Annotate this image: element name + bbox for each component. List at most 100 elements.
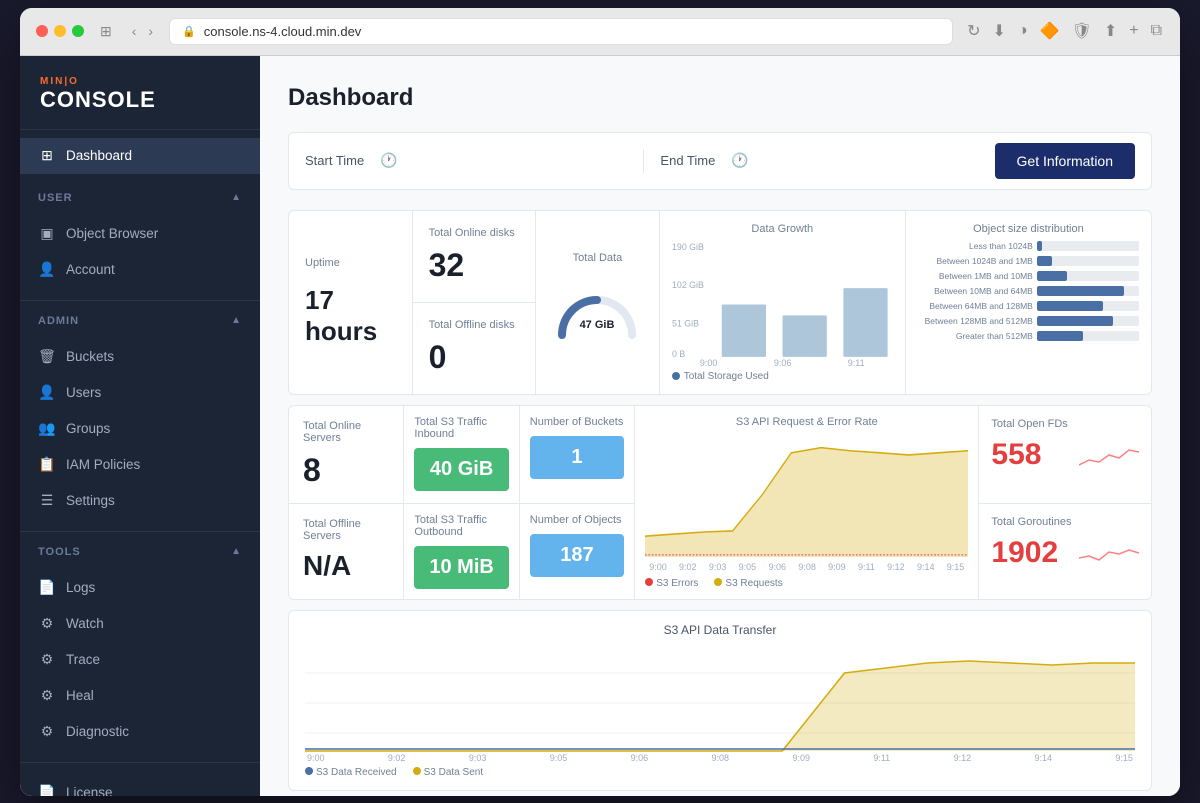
sidebar-item-buckets[interactable]: 🗑 Buckets xyxy=(20,339,260,375)
sidebar-label-settings: Settings xyxy=(66,493,115,508)
sidebar-item-dashboard[interactable]: ⊞ Dashboard xyxy=(20,138,260,174)
sidebar-label-account: Account xyxy=(66,262,115,277)
sidebar-item-object-browser[interactable]: ▣ Object Browser xyxy=(20,216,260,252)
open-fds-value: 558 xyxy=(991,438,1041,472)
traffic-inbound-value: 40 GiB xyxy=(430,458,493,480)
sidebar-item-license[interactable]: 📄 License xyxy=(20,775,260,796)
add-tab-button[interactable]: + xyxy=(1127,19,1140,43)
traffic-outbound-label: Total S3 Traffic Outbound xyxy=(414,514,508,538)
sidebar-item-trace[interactable]: ⚙ Trace xyxy=(20,642,260,678)
goroutines-value: 1902 xyxy=(991,536,1058,570)
object-size-card: Object size distribution Less than 1024B… xyxy=(906,211,1151,394)
extensions-button[interactable]: 🔶 xyxy=(1038,19,1062,43)
obj-bar-row: Between 1MB and 10MB xyxy=(918,271,1139,281)
sidebar-label-users: Users xyxy=(66,385,101,400)
sidebar-toggle-button[interactable]: ⊞ xyxy=(96,21,116,42)
end-time-input[interactable]: 🕐 xyxy=(731,152,978,169)
download-button[interactable]: ⬇ xyxy=(991,19,1008,43)
shield-button[interactable]: 🛡 xyxy=(1070,19,1094,43)
num-buckets-value: 1 xyxy=(571,446,582,468)
dashboard-icon: ⊞ xyxy=(38,147,56,165)
data-transfer-card: S3 API Data Transfer 9:0 xyxy=(288,610,1152,791)
data-transfer-chart-svg xyxy=(305,643,1135,753)
back-button[interactable]: ‹ xyxy=(128,21,141,41)
obj-bar-label: Less than 1024B xyxy=(918,241,1033,251)
goroutines-sparkline xyxy=(1079,538,1139,568)
data-sent-legend-dot xyxy=(413,767,421,775)
buckets-icon: 🗑 xyxy=(38,348,56,366)
data-transfer-title: S3 API Data Transfer xyxy=(305,623,1135,637)
num-objects-label: Number of Objects xyxy=(530,514,624,526)
s3-errors-legend-label: S3 Errors xyxy=(656,578,698,589)
obj-bar-row: Between 1024B and 1MB xyxy=(918,256,1139,266)
obj-bar-label: Between 10MB and 64MB xyxy=(918,286,1033,296)
obj-bar-fill xyxy=(1037,316,1114,326)
offline-servers-label: Total Offline Servers xyxy=(303,518,389,542)
obj-bar-track xyxy=(1037,271,1139,281)
num-objects-card: Number of Objects 187 xyxy=(520,504,634,599)
sidebar-item-diagnostic[interactable]: ⚙ Diagnostic xyxy=(20,714,260,750)
traffic-lights xyxy=(36,25,84,37)
sidebar-label-groups: Groups xyxy=(66,421,110,436)
obj-bar-track xyxy=(1037,316,1139,326)
sidebar-item-heal[interactable]: ⚙ Heal xyxy=(20,678,260,714)
online-servers-value: 8 xyxy=(303,452,389,489)
sidebar-item-groups[interactable]: 👥 Groups xyxy=(20,411,260,447)
total-data-label: Total Data xyxy=(552,252,643,264)
admin-section-header: ADMIN ▲ xyxy=(20,305,260,331)
sidebar-item-logs[interactable]: 📄 Logs xyxy=(20,570,260,606)
share-button[interactable]: ⬆ xyxy=(1102,19,1119,43)
obj-bar-fill xyxy=(1037,241,1042,251)
close-button[interactable] xyxy=(36,25,48,37)
time-divider xyxy=(643,149,644,173)
obj-bar-track xyxy=(1037,256,1139,266)
obj-bar-label: Between 1024B and 1MB xyxy=(918,256,1033,266)
forward-button[interactable]: › xyxy=(144,21,157,41)
obj-bar-label: Between 64MB and 128MB xyxy=(918,301,1033,311)
minimize-button[interactable] xyxy=(54,25,66,37)
address-bar[interactable]: 🔒 console.ns-4.cloud.min.dev xyxy=(169,18,953,45)
sidebar-item-users[interactable]: 👤 Users xyxy=(20,375,260,411)
start-time-input[interactable]: 🕐 xyxy=(380,152,627,169)
end-time-label: End Time xyxy=(660,153,715,168)
goroutines-card: Total Goroutines 1902 xyxy=(979,504,1151,599)
data-received-legend-dot xyxy=(305,767,313,775)
obj-bar-fill xyxy=(1037,301,1103,311)
chart-x-label-900: 9:00 xyxy=(700,358,718,368)
tabs-button[interactable]: ⧉ xyxy=(1149,19,1164,43)
sidebar-item-iam-policies[interactable]: 📋 IAM Policies xyxy=(20,447,260,483)
online-servers-card: Total Online Servers 8 xyxy=(289,406,403,503)
theme-button[interactable]: ◑ xyxy=(1016,19,1030,43)
license-icon: 📄 xyxy=(38,784,56,796)
obj-bar-label: Between 1MB and 10MB xyxy=(918,271,1033,281)
sidebar-label-license: License xyxy=(66,785,113,796)
get-information-button[interactable]: Get Information xyxy=(995,143,1136,179)
obj-bar-label: Greater than 512MB xyxy=(918,331,1033,341)
maximize-button[interactable] xyxy=(72,25,84,37)
obj-bar-fill xyxy=(1037,286,1124,296)
sidebar-item-account[interactable]: 👤 Account xyxy=(20,252,260,288)
users-icon: 👤 xyxy=(38,384,56,402)
sidebar-label-trace: Trace xyxy=(66,652,100,667)
sidebar-item-watch[interactable]: ⚙ Watch xyxy=(20,606,260,642)
watch-icon: ⚙ xyxy=(38,615,56,633)
offline-servers-value: N/A xyxy=(303,550,389,582)
obj-bar-row: Between 64MB and 128MB xyxy=(918,301,1139,311)
sidebar-item-settings[interactable]: ☰ Settings xyxy=(20,483,260,519)
sidebar-label-diagnostic: Diagnostic xyxy=(66,724,129,739)
data-sent-legend-label: S3 Data Sent xyxy=(424,767,483,778)
obj-bar-track xyxy=(1037,301,1139,311)
sidebar: MIN|O CONSOLE ⊞ Dashboard USER ▲ ▣ Objec… xyxy=(20,56,260,796)
logs-icon: 📄 xyxy=(38,579,56,597)
logo-minio: MIN|O xyxy=(40,76,240,87)
refresh-button[interactable]: ↻ xyxy=(965,19,982,43)
obj-bar-fill xyxy=(1037,331,1083,341)
sidebar-label-object-browser: Object Browser xyxy=(66,226,158,241)
sidebar-label-iam: IAM Policies xyxy=(66,457,140,472)
tools-section-header: TOOLS ▲ xyxy=(20,536,260,562)
total-data-card: Total Data 47 GiB xyxy=(536,211,659,394)
goroutines-label: Total Goroutines xyxy=(991,516,1139,528)
uptime-card: Uptime 17 hours xyxy=(289,211,412,394)
main-content: Dashboard Start Time 🕐 End Time 🕐 Get In… xyxy=(260,56,1180,796)
admin-chevron-icon: ▲ xyxy=(231,315,242,326)
